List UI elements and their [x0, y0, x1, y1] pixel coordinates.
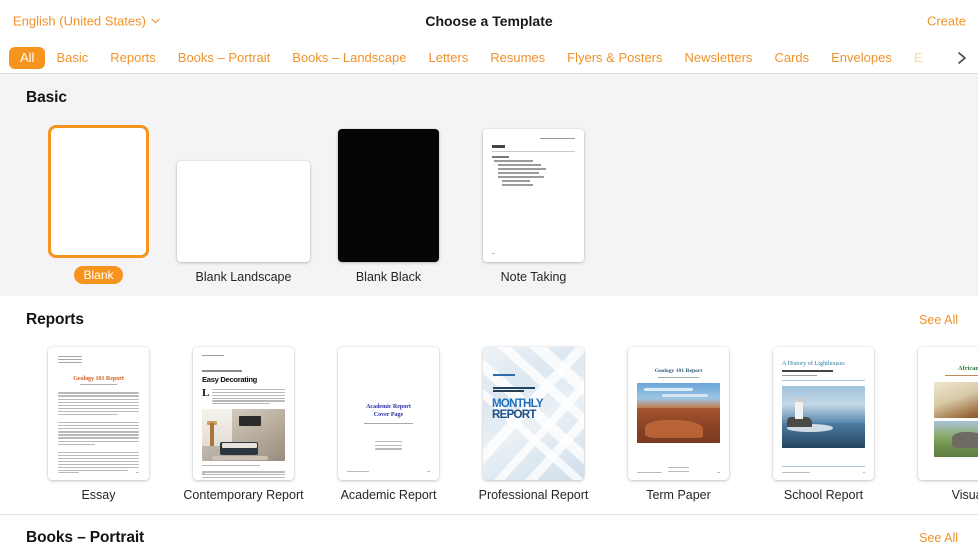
template-label-school-report: School Report [783, 488, 864, 502]
template-card-blank-landscape[interactable]: Blank Landscape [171, 123, 316, 284]
chevron-right-icon[interactable] [950, 42, 974, 73]
template-chooser-window: English (United States) Choose a Templat… [0, 0, 978, 550]
tab-flyers-posters[interactable]: Flyers & Posters [556, 47, 673, 69]
academic-preview: Academic Report Cover Page [338, 347, 439, 480]
section-books-portrait: Books – Portrait See All [0, 514, 978, 547]
template-thumbnail-academic-report[interactable]: Academic Report Cover Page [338, 347, 439, 480]
tab-basic[interactable]: Basic [45, 47, 99, 69]
template-thumbnail-blank-black[interactable] [338, 129, 439, 262]
tab-letters[interactable]: Letters [417, 47, 479, 69]
template-thumbnail-note-taking[interactable] [483, 129, 584, 262]
section-title: Reports [26, 311, 84, 328]
template-label-visual-report: Visual [951, 488, 978, 502]
template-label-essay: Essay [81, 488, 116, 502]
contemporary-kicker [202, 370, 242, 373]
template-card-essay[interactable]: Geology 101 Report Essay [26, 341, 171, 502]
section-reports-header: Reports See All [0, 296, 978, 329]
template-label-term-paper: Term Paper [646, 488, 711, 502]
visual-report-preview: African [918, 347, 978, 480]
tab-next-partial[interactable]: E [903, 47, 934, 69]
see-all-reports[interactable]: See All [919, 313, 958, 327]
professional-preview: MONTHLY REPORT [483, 347, 584, 480]
section-basic-header: Basic [0, 74, 978, 107]
visual-report-photo-elephant [933, 421, 978, 458]
category-tab-bar: All Basic Reports Books – Portrait Books… [0, 42, 978, 74]
tab-reports[interactable]: Reports [99, 47, 167, 69]
tab-books-portrait[interactable]: Books – Portrait [167, 47, 282, 69]
template-card-academic-report[interactable]: Academic Report Cover Page Academic Repo… [316, 341, 461, 502]
contemporary-title: Easy Decorating [202, 375, 258, 385]
template-label-contemporary-report: Contemporary Report [183, 488, 304, 502]
contemporary-photo [202, 409, 285, 462]
title-bar: English (United States) Choose a Templat… [0, 0, 978, 42]
tab-books-landscape[interactable]: Books – Landscape [281, 47, 417, 69]
language-dropdown[interactable]: English (United States) [13, 14, 160, 29]
tab-resumes[interactable]: Resumes [479, 47, 556, 69]
tab-cards[interactable]: Cards [763, 47, 820, 69]
tab-all[interactable]: All [9, 46, 46, 69]
template-label-blank-black: Blank Black [355, 270, 422, 284]
template-card-school-report[interactable]: A History of Lighthouses School Report [751, 341, 896, 502]
term-paper-photo [637, 383, 720, 444]
section-basic-row: Blank Blank Landscape Blank Black Note T… [0, 119, 978, 284]
create-button[interactable]: Create [927, 14, 966, 29]
school-report-preview: A History of Lighthouses [773, 347, 874, 480]
template-card-blank[interactable]: Blank [26, 119, 171, 284]
academic-title-line2: Cover Page [373, 412, 404, 418]
template-label-blank: Blank [74, 266, 123, 284]
template-card-blank-black[interactable]: Blank Black [316, 123, 461, 284]
template-label-academic-report: Academic Report [340, 488, 437, 502]
term-paper-title: Geology 101 Report [654, 368, 703, 374]
template-thumbnail-blank[interactable] [48, 125, 149, 258]
template-thumbnail-professional-report[interactable]: MONTHLY REPORT [483, 347, 584, 480]
term-paper-preview: Geology 101 Report [628, 347, 729, 480]
template-gallery[interactable]: Basic Blank Blank Landscape Blank Black … [0, 74, 978, 550]
template-thumbnail-essay[interactable]: Geology 101 Report [48, 347, 149, 480]
template-thumbnail-blank-landscape[interactable] [177, 161, 310, 262]
contemporary-dropcap: L [202, 387, 210, 400]
essay-preview: Geology 101 Report [48, 347, 149, 480]
school-report-title: A History of Lighthouses [782, 360, 845, 367]
section-title: Basic [26, 89, 67, 106]
section-title: Books – Portrait [26, 529, 145, 546]
section-books-portrait-header: Books – Portrait See All [0, 515, 978, 547]
template-card-note-taking[interactable]: Note Taking [461, 123, 606, 284]
academic-title-line1: Academic Report [366, 404, 411, 410]
template-card-contemporary-report[interactable]: Easy Decorating L Contemporary Report [171, 341, 316, 502]
template-thumbnail-term-paper[interactable]: Geology 101 Report [628, 347, 729, 480]
note-taking-preview [483, 129, 584, 262]
tab-newsletters[interactable]: Newsletters [674, 47, 764, 69]
template-card-term-paper[interactable]: Geology 101 Report Term Paper [606, 341, 751, 502]
template-card-professional-report[interactable]: MONTHLY REPORT Professional Report [461, 341, 606, 502]
section-reports-row: Geology 101 Report Essay Easy Decorating… [0, 341, 978, 502]
section-reports: Reports See All Geology 101 Report Essay… [0, 296, 978, 514]
template-thumbnail-visual-report[interactable]: African [918, 347, 978, 480]
tab-envelopes[interactable]: Envelopes [820, 47, 903, 69]
template-label-blank-landscape: Blank Landscape [195, 270, 292, 284]
visual-report-title: African [958, 365, 978, 372]
contemporary-preview: Easy Decorating L [193, 347, 294, 480]
visual-report-photo-moth [933, 382, 978, 419]
template-thumbnail-contemporary-report[interactable]: Easy Decorating L [193, 347, 294, 480]
template-thumbnail-school-report[interactable]: A History of Lighthouses [773, 347, 874, 480]
language-label: English (United States) [13, 13, 146, 29]
essay-title: Geology 101 Report [73, 375, 124, 383]
template-card-visual-report[interactable]: African Visual [896, 341, 978, 502]
section-basic: Basic Blank Blank Landscape Blank Black … [0, 74, 978, 296]
chevron-down-icon [151, 17, 160, 26]
template-label-note-taking: Note Taking [500, 270, 567, 284]
professional-title-line2: REPORT [492, 409, 536, 421]
see-all-books-portrait[interactable]: See All [919, 531, 958, 545]
school-report-photo [782, 385, 865, 448]
template-label-professional-report: Professional Report [478, 488, 589, 502]
